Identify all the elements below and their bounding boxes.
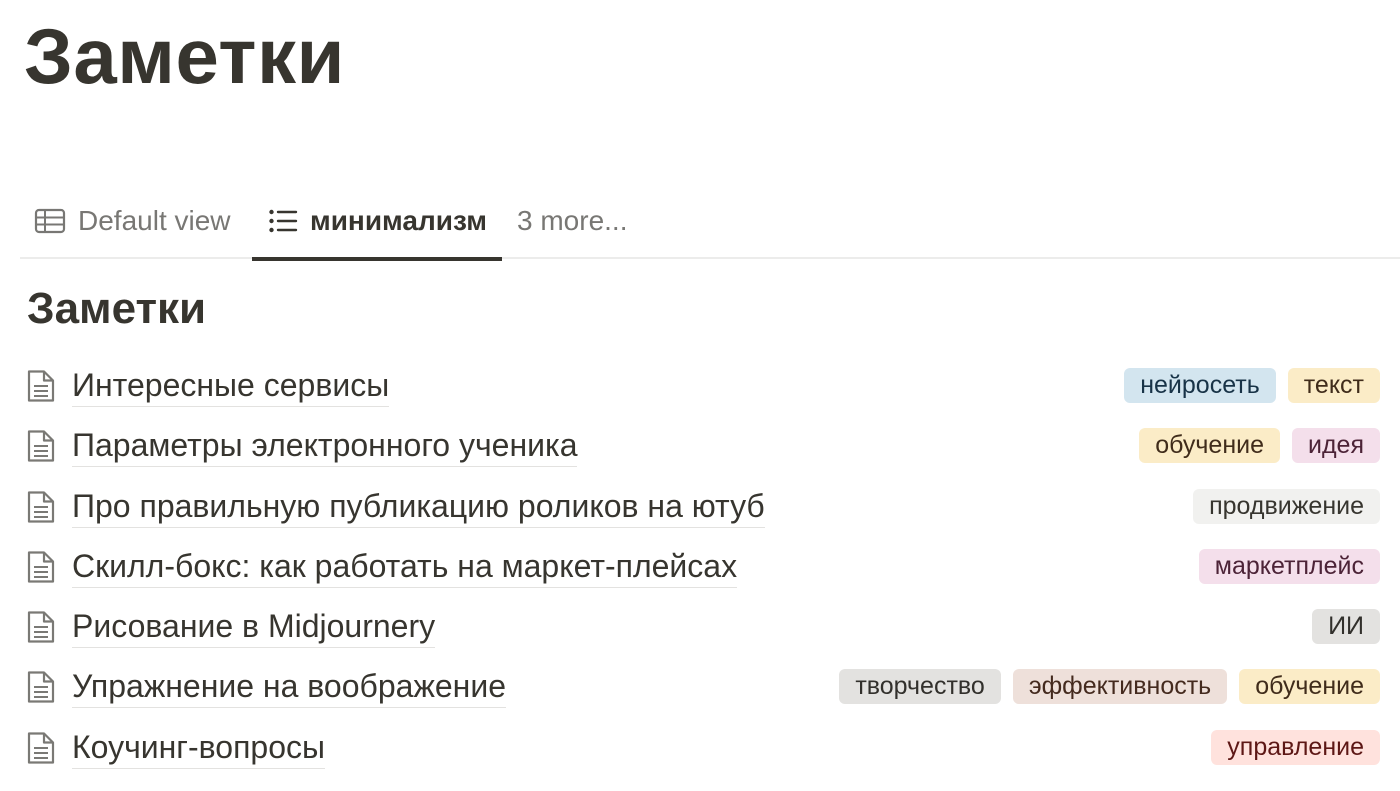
tag-group: творчество эффективность обучение [839, 669, 1380, 705]
document-icon [25, 549, 57, 585]
tag-group: обучение идея [1139, 428, 1380, 464]
list-item[interactable]: Коучинг-вопросы управление [20, 718, 1380, 778]
document-icon [25, 368, 57, 404]
tag-badge: ИИ [1312, 609, 1380, 645]
list-item[interactable]: Про правильную публикацию роликов на юту… [20, 477, 1380, 537]
list-item[interactable]: Рисование в Midjournery ИИ [20, 597, 1380, 657]
document-icon [25, 489, 57, 525]
tag-badge: обучение [1239, 669, 1380, 705]
document-icon [25, 428, 57, 464]
tag-badge: идея [1292, 428, 1380, 464]
list-item[interactable]: Упражнение на воображение творчество эффек… [20, 657, 1380, 717]
tab-minimalism[interactable]: минимализм [252, 182, 502, 261]
tag-group: маркетплейс [1198, 548, 1380, 584]
table-icon [34, 207, 66, 235]
tag-group: нейросеть текст [1124, 368, 1380, 403]
document-icon [25, 730, 57, 766]
list-item[interactable]: Интересные сервисы нейросеть текст [20, 356, 1380, 416]
note-title[interactable]: Коучинг-вопросы [72, 728, 325, 769]
list-icon [268, 208, 298, 234]
list-section-title: Заметки [27, 284, 207, 333]
tag-badge: продвижение [1193, 488, 1380, 524]
document-icon [25, 609, 57, 645]
notes-list: Интересные сервисы нейросеть текст Параметр… [20, 356, 1380, 778]
tag-badge: творчество [839, 669, 1001, 705]
tab-minimalism-label: минимализм [310, 204, 487, 236]
tag-badge: обучение [1139, 428, 1280, 464]
tag-group: ИИ [1312, 609, 1380, 645]
tab-more-views-label: 3 more... [517, 204, 628, 236]
tag-badge: нейросеть [1124, 368, 1276, 403]
tag-badge: эффективность [1012, 669, 1228, 705]
view-tabs: Default view минимализм 3 more... [20, 182, 1400, 261]
tag-group: продвижение [1193, 488, 1380, 524]
note-title[interactable]: Упражнение на воображение [72, 667, 506, 709]
tag-badge: текст [1287, 368, 1380, 403]
tag-badge: управление [1211, 729, 1380, 765]
note-title[interactable]: Про правильную публикацию роликов на юту… [72, 487, 765, 528]
tab-default-view-label: Default view [78, 204, 231, 236]
page-title: Заметки [24, 12, 345, 100]
document-icon [25, 669, 57, 705]
list-item[interactable]: Скилл-бокс: как работать на маркет-плейс… [20, 537, 1380, 597]
note-title[interactable]: Параметры электронного ученика [72, 426, 578, 468]
tab-more-views[interactable]: 3 more... [517, 182, 627, 259]
note-title[interactable]: Скилл-бокс: как работать на маркет-плейс… [72, 547, 738, 588]
list-item[interactable]: Параметры электронного ученика обучение ид… [20, 416, 1380, 476]
tag-badge: маркетплейс [1198, 548, 1380, 584]
tab-default-view[interactable]: Default view [34, 182, 231, 259]
tag-group: управление [1211, 729, 1380, 765]
note-title[interactable]: Интересные сервисы [72, 366, 390, 407]
note-title[interactable]: Рисование в Midjournery [72, 607, 436, 649]
